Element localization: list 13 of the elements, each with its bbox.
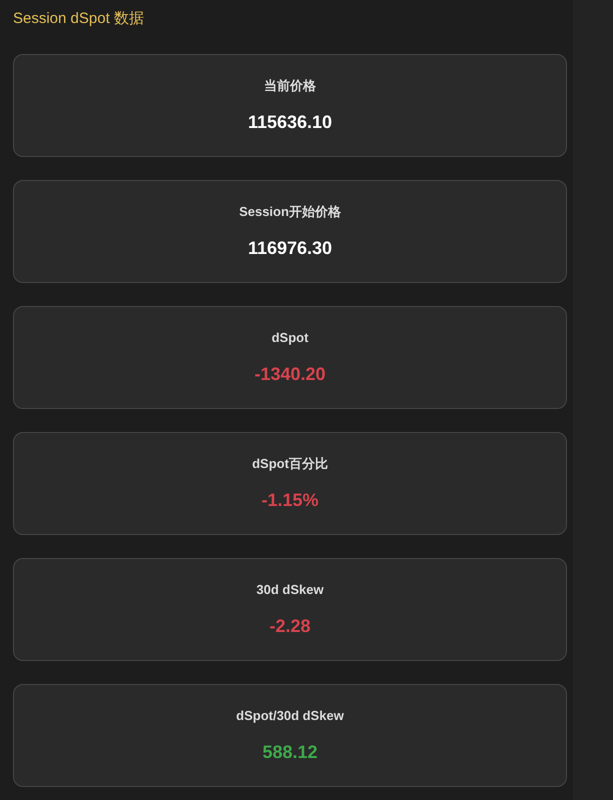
metric-label: Session开始价格 [239, 203, 341, 221]
section-title: Session dSpot 数据 [13, 9, 144, 29]
metric-label: dSpot/30d dSkew [236, 707, 344, 725]
metric-value: 588.12 [262, 741, 318, 764]
metric-label: dSpot [272, 329, 308, 347]
metric-label: dSpot百分比 [252, 455, 328, 473]
metric-label: 当前价格 [264, 77, 316, 95]
metric-value: -1340.20 [254, 363, 326, 386]
metric-value: -2.28 [269, 615, 311, 638]
metric-value: -1.15% [261, 489, 319, 512]
metric-label: 30d dSkew [256, 581, 324, 599]
metric-value: 116976.30 [248, 237, 332, 260]
metric-value: 115636.10 [248, 111, 332, 134]
